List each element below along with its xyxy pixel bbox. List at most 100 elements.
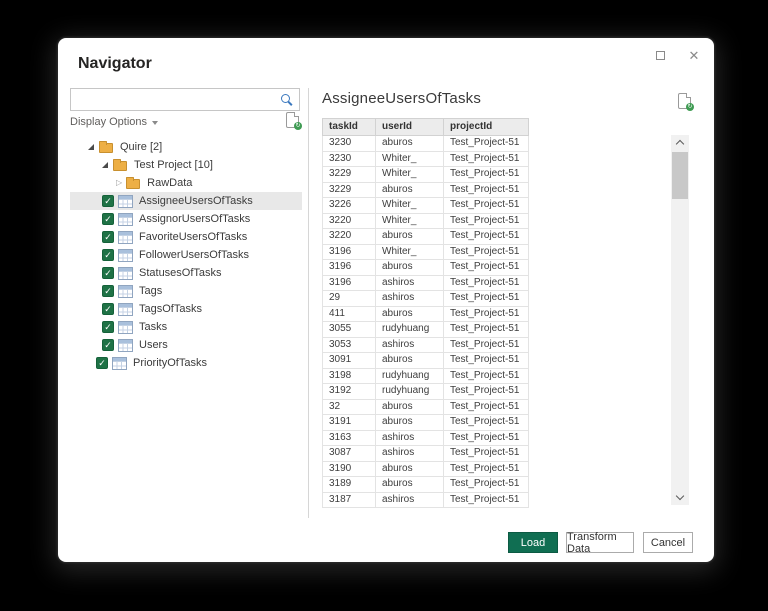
table-checkbox[interactable]: ✓ [102, 249, 114, 261]
tree-item[interactable]: ✓PriorityOfTasks [70, 354, 302, 372]
collapsed-triangle-icon[interactable]: ▷ [116, 179, 122, 187]
tree-item[interactable]: ✓Users [70, 336, 302, 354]
maximize-icon [656, 51, 665, 60]
tree-item[interactable]: ✓AssigneeUsersOfTasks [70, 192, 302, 210]
tree-item[interactable]: ✓AssignorUsersOfTasks [70, 210, 302, 228]
folder-icon [99, 143, 113, 153]
table-cell: 3196 [323, 244, 376, 260]
folder-icon [126, 179, 140, 189]
table-cell: rudyhuang [376, 322, 444, 338]
table-cell: Test_Project-51 [444, 430, 529, 446]
tree-item[interactable]: ✓StatusesOfTasks [70, 264, 302, 282]
table-cell: 3189 [323, 477, 376, 493]
table-cell: Test_Project-51 [444, 492, 529, 508]
tree-item[interactable]: ▷RawData [70, 174, 302, 192]
table-cell: Test_Project-51 [444, 291, 529, 307]
table-cell: 3196 [323, 275, 376, 291]
search-icon[interactable] [279, 92, 295, 108]
table-cell: Test_Project-51 [444, 260, 529, 276]
table-cell: 3087 [323, 446, 376, 462]
dialog-title: Navigator [78, 55, 152, 73]
tree-item[interactable]: ✓ FavoriteUsersOfTasks [70, 228, 302, 246]
table-row: 3220aburosTest_Project-51 [323, 229, 529, 245]
table-cell: 32 [323, 399, 376, 415]
scroll-down-button[interactable] [671, 490, 689, 505]
table-row: 29ashirosTest_Project-51 [323, 291, 529, 307]
table-cell: 3187 [323, 492, 376, 508]
table-cell: 3198 [323, 368, 376, 384]
table-icon [118, 303, 133, 316]
transform-data-button[interactable]: Transform Data [566, 532, 634, 553]
table-cell: aburos [376, 136, 444, 152]
tree-item-label: Quire [2] [119, 141, 162, 153]
table-row: 3191aburosTest_Project-51 [323, 415, 529, 431]
table-cell: 3220 [323, 229, 376, 245]
table-cell: aburos [376, 260, 444, 276]
display-options-dropdown[interactable]: Display Options [70, 116, 158, 128]
tree-item[interactable]: ✓ FollowerUsersOfTasks [70, 246, 302, 264]
table-cell: 411 [323, 306, 376, 322]
table-checkbox[interactable]: ✓ [102, 195, 114, 207]
table-cell: ashiros [376, 492, 444, 508]
tree-item[interactable]: Quire [2] [70, 138, 302, 156]
table-checkbox[interactable]: ✓ [102, 213, 114, 225]
table-cell: ashiros [376, 337, 444, 353]
table-row: 3230Whiter_Test_Project-51 [323, 151, 529, 167]
vertical-scrollbar[interactable] [671, 135, 689, 505]
tree-item-label: FavoriteUsersOfTasks [138, 231, 247, 243]
chevron-up-icon [676, 140, 684, 148]
table-row: 3196ashirosTest_Project-51 [323, 275, 529, 291]
table-row: 3220Whiter_Test_Project-51 [323, 213, 529, 229]
table-cell: Whiter_ [376, 244, 444, 260]
expanded-triangle-icon[interactable] [102, 162, 108, 168]
tree-item-label: Test Project [10] [133, 159, 213, 171]
refresh-tree-icon[interactable] [286, 112, 299, 128]
table-row: 3087ashirosTest_Project-51 [323, 446, 529, 462]
table-cell: Test_Project-51 [444, 415, 529, 431]
tree-item[interactable]: ✓TagsOfTasks [70, 300, 302, 318]
pane-separator [308, 88, 309, 518]
table-row: 3196Whiter_Test_Project-51 [323, 244, 529, 260]
tree-item[interactable]: ✓Tags [70, 282, 302, 300]
table-cell: Test_Project-51 [444, 244, 529, 260]
table-cell: rudyhuang [376, 368, 444, 384]
table-checkbox[interactable]: ✓ [102, 321, 114, 333]
table-cell: Test_Project-51 [444, 399, 529, 415]
table-cell: 3230 [323, 151, 376, 167]
table-cell: 3229 [323, 182, 376, 198]
column-header[interactable]: userId [376, 119, 444, 136]
close-button[interactable]: ✕ [684, 46, 704, 64]
table-checkbox[interactable]: ✓ [102, 303, 114, 315]
load-button[interactable]: Load [508, 532, 558, 553]
table-icon [118, 285, 133, 298]
expanded-triangle-icon[interactable] [88, 144, 94, 150]
table-checkbox[interactable]: ✓ [102, 339, 114, 351]
table-row: 3198rudyhuangTest_Project-51 [323, 368, 529, 384]
tree-item-label: Tasks [138, 321, 167, 333]
table-row: 3226Whiter_Test_Project-51 [323, 198, 529, 214]
table-cell: aburos [376, 461, 444, 477]
table-cell: Test_Project-51 [444, 384, 529, 400]
tree-item[interactable]: Test Project [10] [70, 156, 302, 174]
table-checkbox[interactable]: ✓ [102, 231, 114, 243]
table-cell: Whiter_ [376, 151, 444, 167]
table-checkbox[interactable]: ✓ [96, 357, 108, 369]
maximize-button[interactable] [650, 46, 670, 64]
scroll-up-button[interactable] [671, 135, 689, 150]
table-row: 3187ashirosTest_Project-51 [323, 492, 529, 508]
column-header[interactable]: projectId [444, 119, 529, 136]
window-controls: ✕ [650, 46, 704, 64]
column-header[interactable]: taskId [323, 119, 376, 136]
table-checkbox[interactable]: ✓ [102, 267, 114, 279]
search-input[interactable] [71, 89, 279, 110]
table-checkbox[interactable]: ✓ [102, 285, 114, 297]
table-cell: 3230 [323, 136, 376, 152]
cancel-button[interactable]: Cancel [643, 532, 693, 553]
preview-title: AssigneeUsersOfTasks [322, 90, 481, 107]
tree-item-label: FollowerUsersOfTasks [138, 249, 249, 261]
table-cell: 3055 [323, 322, 376, 338]
scrollbar-thumb[interactable] [672, 152, 688, 199]
refresh-preview-icon[interactable] [678, 93, 691, 109]
tree-item[interactable]: ✓ Tasks [70, 318, 302, 336]
table-icon [112, 357, 127, 370]
